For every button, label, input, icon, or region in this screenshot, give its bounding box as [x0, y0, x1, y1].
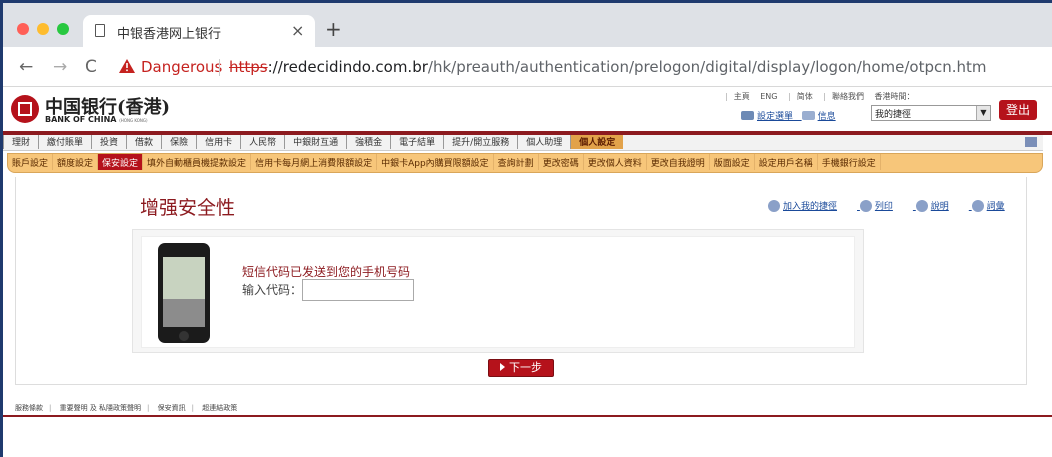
nav-item-connect[interactable]: 中銀財互通 — [284, 135, 346, 149]
print-link[interactable]: 列印 — [859, 200, 903, 212]
nav-item-invest[interactable]: 投資 — [91, 135, 126, 149]
subnav-item-security[interactable]: 保安設定 — [98, 154, 144, 170]
footer-security-link[interactable]: 保安資訊 — [158, 404, 186, 412]
subnav-item-atm[interactable]: 填外自動櫃員機提款設定 — [143, 154, 252, 170]
glossary-icon — [971, 200, 984, 212]
chevron-down-icon: ▼ — [976, 106, 990, 120]
otp-form: 短信代码已发送到您的手机号码 输入代码： — [132, 229, 864, 353]
subnav-item-password[interactable]: 更改密碼 — [539, 154, 584, 170]
bank-logo-icon — [11, 95, 39, 123]
settings-icon — [741, 111, 754, 120]
settings-menu-link[interactable]: 設定選單 — [757, 112, 793, 122]
nav-item-upgrade[interactable]: 提升/開立服務 — [443, 135, 517, 149]
logo-english: BANK OF CHINA (HONG KONG) — [45, 115, 148, 124]
separator — [219, 59, 220, 76]
subnav-item-layout[interactable]: 版面設定 — [710, 154, 755, 170]
browser-window: 中银香港网上银行 × + ← → C Dangerous https://red… — [0, 0, 1052, 457]
nav-item-credit-card[interactable]: 信用卡 — [196, 135, 240, 149]
sms-sent-message: 短信代码已发送到您的手机号码 — [242, 265, 411, 279]
forward-button[interactable]: → — [53, 57, 67, 77]
subnav-item-self-cert[interactable]: 更改自我證明 — [647, 154, 710, 170]
nav-item-assistant[interactable]: 個人助理 — [517, 135, 570, 149]
mail-link[interactable]: 信息 — [818, 112, 836, 122]
browser-tab[interactable]: 中银香港网上银行 × — [83, 15, 315, 47]
print-icon — [859, 200, 872, 212]
help-link[interactable]: 說明 — [915, 200, 959, 212]
footer-terms-link[interactable]: 服務條款 — [15, 404, 43, 412]
footer-links: 服務條款 | 重要聲明 及 私隱政策聲明 | 保安資訊 | 超連結政策 — [15, 404, 238, 412]
quick-links-value: 我的捷徑 — [875, 110, 912, 120]
document-icon — [95, 24, 105, 37]
bank-logo[interactable]: 中国银行(香港) BANK OF CHINA (HONG KONG) — [11, 93, 211, 127]
collapse-icon[interactable] — [1025, 137, 1037, 147]
warning-icon[interactable] — [119, 59, 135, 73]
security-status[interactable]: Dangerous — [141, 58, 222, 76]
eng-link[interactable]: ENG — [760, 92, 777, 101]
nav-item-rmb[interactable]: 人民幣 — [240, 135, 284, 149]
arrow-right-icon — [500, 363, 505, 371]
add-icon — [768, 200, 780, 212]
simplified-link[interactable]: 简体 — [797, 92, 813, 101]
footer-privacy-link[interactable]: 重要聲明 及 私隱政策聲明 — [60, 404, 141, 412]
zoom-window-button[interactable] — [57, 23, 69, 35]
minimize-window-button[interactable] — [37, 23, 49, 35]
quick-links-select[interactable]: 我的捷徑 ▼ — [871, 105, 991, 121]
url-path: /hk/preauth/authentication/prelogon/digi… — [427, 58, 987, 76]
subnav-item-account[interactable]: 賬戶設定 — [8, 154, 54, 170]
page-tools: 加入我的捷徑 列印 說明 詞彙 — [768, 199, 1025, 212]
next-button[interactable]: 下一步 — [488, 359, 554, 377]
url-host: ://redecidindo.com.br — [267, 58, 428, 76]
otp-form-inner: 短信代码已发送到您的手机号码 输入代码： — [141, 236, 855, 348]
hk-time-label: 香港時間： — [874, 92, 915, 101]
home-link[interactable]: 主頁 — [734, 92, 750, 101]
new-tab-button[interactable]: + — [325, 17, 342, 41]
glossary-link[interactable]: 詞彙 — [971, 200, 1015, 212]
subnav-item-plan[interactable]: 查詢計劃 — [494, 154, 539, 170]
nav-item-bills[interactable]: 繳付賬單 — [38, 135, 91, 149]
otp-code-input[interactable] — [302, 279, 414, 301]
address-bar[interactable]: https://redecidindo.com.br/hk/preauth/au… — [229, 58, 987, 76]
main-panel: 增强安全性 加入我的捷徑 列印 說明 詞彙 短信代码已发送到您的手机号码 输入代… — [15, 177, 1027, 385]
subnav-item-profile[interactable]: 更改個人資料 — [584, 154, 647, 170]
tab-title: 中银香港网上银行 — [117, 27, 222, 42]
top-links: | 主頁 ENG | 简体 | 聯絡我們 香港時間： — [725, 92, 915, 101]
back-button[interactable]: ← — [19, 57, 33, 77]
settings-links: 設定選單 信息 — [741, 109, 836, 122]
nav-item-loans[interactable]: 借款 — [126, 135, 161, 149]
nav-item-insurance[interactable]: 保險 — [161, 135, 196, 149]
sub-navigation: 賬戶設定 額度設定 保安設定 填外自動櫃員機提款設定 信用卡每月網上消費限額設定 中銀卡A… — [7, 153, 1043, 173]
browser-titlebar: 中银香港网上银行 × + — [3, 3, 1052, 47]
add-shortcut-link[interactable]: 加入我的捷徑 — [768, 200, 847, 212]
subnav-item-card-limit[interactable]: 信用卡每月網上消費限額設定 — [251, 154, 378, 170]
logout-button[interactable]: 登出 — [999, 100, 1037, 120]
close-window-button[interactable] — [17, 23, 29, 35]
code-label: 输入代码： — [242, 283, 303, 297]
mail-icon — [801, 111, 815, 120]
nav-item-personal-settings[interactable]: 個人設定 — [570, 135, 624, 149]
page-title: 增强安全性 — [140, 197, 236, 219]
subnav-item-username[interactable]: 設定用戶名稱 — [755, 154, 818, 170]
page-content: 中国银行(香港) BANK OF CHINA (HONG KONG) | 主頁 E… — [3, 87, 1052, 457]
contact-link[interactable]: 聯絡我們 — [832, 92, 864, 101]
footer-divider — [3, 415, 1052, 417]
subnav-item-app-limit[interactable]: 中銀卡App內購買限額設定 — [377, 154, 494, 170]
tab-close-icon[interactable]: × — [291, 21, 304, 40]
help-icon — [915, 200, 928, 212]
subnav-item-limit[interactable]: 額度設定 — [53, 154, 99, 170]
browser-toolbar: ← → C Dangerous https://redecidindo.com.… — [3, 47, 1052, 87]
nav-item-estatement[interactable]: 電子結單 — [390, 135, 443, 149]
subnav-item-mobile[interactable]: 手機銀行設定 — [818, 154, 881, 170]
nav-item-mpf[interactable]: 強積金 — [346, 135, 390, 149]
footer-hyperlink-policy-link[interactable]: 超連結政策 — [202, 404, 237, 412]
reload-button[interactable]: C — [85, 57, 97, 77]
main-navigation: 理財 繳付賬單 投資 借款 保險 信用卡 人民幣 中銀財互通 強積金 電子結單 提升/開立服務 個人助… — [3, 135, 1043, 151]
phone-icon — [158, 243, 210, 343]
url-scheme: https — [229, 58, 268, 76]
nav-item-wealth[interactable]: 理財 — [3, 135, 38, 149]
